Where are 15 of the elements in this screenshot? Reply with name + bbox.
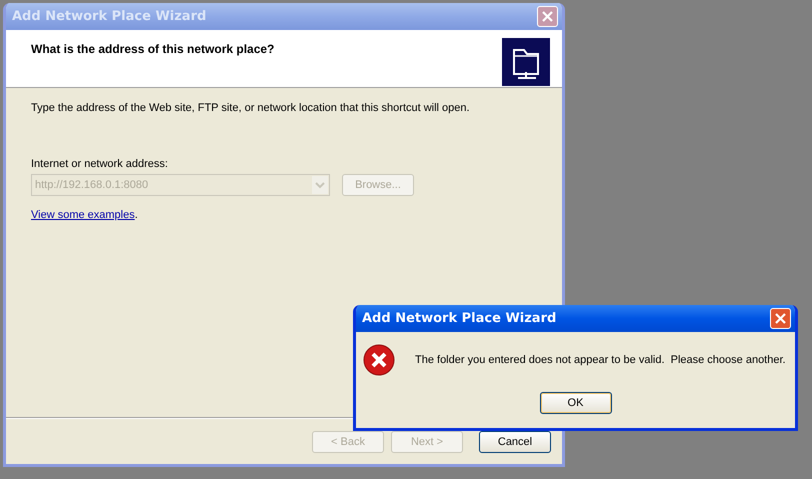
examples-sentence: View some examples. bbox=[31, 208, 139, 223]
wizard-heading: What is the address of this network place? bbox=[31, 41, 274, 58]
error-icon bbox=[363, 344, 395, 376]
window-title: Add Network Place Wizard bbox=[362, 310, 556, 328]
close-icon bbox=[775, 313, 786, 324]
error-message: The folder you entered does not appear to be valid. Please choose another. bbox=[415, 352, 786, 368]
window-title: Add Network Place Wizard bbox=[12, 8, 206, 26]
close-button[interactable] bbox=[537, 6, 558, 27]
examples-link[interactable]: View some examples bbox=[31, 209, 135, 221]
close-button[interactable] bbox=[770, 308, 791, 329]
close-icon bbox=[542, 11, 553, 22]
address-label: Internet or network address: bbox=[31, 156, 169, 172]
wizard-button[interactable]: Cancel bbox=[479, 431, 551, 454]
instruction-text: Type the address of the Web site, FTP site, or network location that this shortcut will open. bbox=[31, 101, 471, 116]
ok-button[interactable]: OK bbox=[540, 392, 612, 414]
